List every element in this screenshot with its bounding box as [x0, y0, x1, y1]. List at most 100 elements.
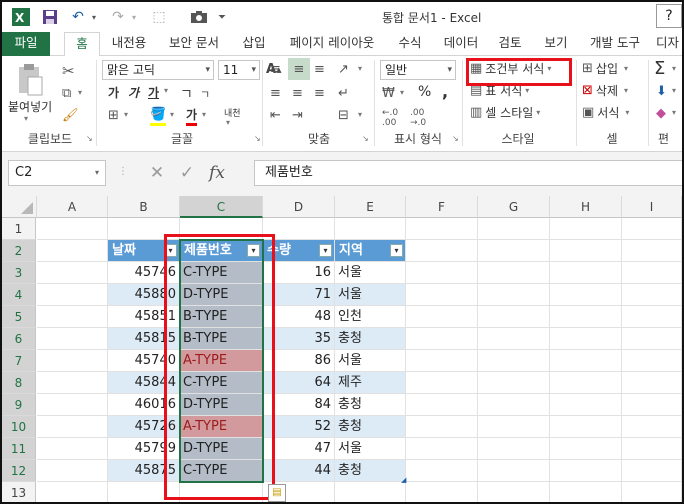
tab-security-document[interactable]: 보안 문서 — [162, 32, 226, 56]
row-header-1[interactable]: 1 — [2, 218, 36, 240]
cell[interactable] — [37, 350, 108, 372]
cell[interactable] — [406, 394, 478, 416]
cell[interactable] — [478, 262, 550, 284]
orientation-icon[interactable]: ↗ — [338, 62, 349, 77]
fill-color-icon[interactable]: 🪣 — [150, 106, 167, 126]
tab-home[interactable]: 홈 — [64, 32, 100, 57]
column-header-g[interactable]: G — [478, 196, 550, 218]
align-middle-icon[interactable]: ≡ — [288, 58, 310, 80]
cell[interactable] — [406, 438, 478, 460]
undo-icon[interactable]: ↶ — [68, 6, 88, 28]
accounting-dropdown-icon[interactable]: ▾ — [400, 88, 404, 97]
cell[interactable] — [406, 350, 478, 372]
cell[interactable] — [406, 482, 478, 502]
cell[interactable] — [37, 306, 108, 328]
row-header-8[interactable]: 8 — [2, 372, 36, 394]
cell[interactable] — [478, 416, 550, 438]
cell[interactable] — [478, 372, 550, 394]
table-header-cell[interactable]: 지역 ▾ — [335, 240, 406, 262]
cell[interactable] — [550, 262, 622, 284]
comma-button[interactable]: , — [442, 82, 448, 101]
region-cell[interactable]: 서울 — [335, 350, 406, 372]
decrease-indent-icon[interactable]: ⇤ — [270, 108, 281, 123]
copy-icon[interactable]: ⧉ — [62, 86, 71, 101]
cell[interactable] — [406, 240, 478, 262]
cell[interactable] — [550, 218, 622, 240]
cell[interactable] — [335, 482, 406, 502]
cell[interactable] — [478, 284, 550, 306]
font-size-select[interactable]: 11 ▾ — [218, 60, 260, 80]
cell[interactable] — [622, 460, 682, 482]
column-header-b[interactable]: B — [108, 196, 180, 218]
cut-icon[interactable]: ✂ — [62, 62, 75, 80]
quick-analysis-icon[interactable]: ▤ — [268, 484, 286, 502]
orientation-dropdown-icon[interactable]: ▾ — [358, 64, 362, 73]
region-cell[interactable]: 서울 — [335, 284, 406, 306]
underline-dropdown-icon[interactable]: ▾ — [164, 86, 168, 95]
column-header-f[interactable]: F — [406, 196, 478, 218]
cell[interactable] — [37, 372, 108, 394]
clear-dropdown-icon[interactable]: ▾ — [672, 108, 676, 117]
fill-down-icon[interactable]: ⬇ — [656, 84, 667, 99]
insert-function-icon[interactable]: fx — [202, 163, 232, 183]
cell[interactable] — [37, 328, 108, 350]
region-cell[interactable]: 충청 — [335, 328, 406, 350]
select-all-corner[interactable] — [2, 196, 37, 218]
number-format-select[interactable]: 일반 ▾ — [380, 60, 456, 80]
cell[interactable] — [406, 460, 478, 482]
enter-icon[interactable]: ✓ — [172, 163, 202, 183]
selection-icon[interactable]: ⬚ — [148, 6, 170, 28]
cell[interactable] — [550, 284, 622, 306]
tab-data[interactable]: 데이터 — [438, 32, 484, 56]
cell[interactable] — [406, 218, 478, 240]
accounting-icon[interactable]: ₩ — [382, 86, 395, 101]
font-color-button[interactable]: 가 — [186, 106, 198, 126]
row-header-2[interactable]: 2 — [2, 240, 36, 262]
cell[interactable] — [406, 372, 478, 394]
fill-dropdown-icon[interactable]: ▾ — [672, 86, 676, 95]
cell[interactable] — [550, 460, 622, 482]
column-header-a[interactable]: A — [37, 196, 108, 218]
cell[interactable] — [622, 218, 682, 240]
cell[interactable] — [550, 416, 622, 438]
delete-cells-button[interactable]: ⊠ 삭제 ▾ — [582, 82, 628, 99]
cell[interactable] — [550, 482, 622, 502]
cell[interactable] — [622, 438, 682, 460]
cell[interactable] — [550, 438, 622, 460]
italic-button[interactable]: 가 — [128, 84, 139, 101]
name-box[interactable]: C2 ▾ — [8, 160, 106, 186]
underline-button[interactable]: 가 — [148, 84, 159, 101]
customize-toolbar-icon[interactable]: ⏷ — [216, 6, 228, 28]
column-header-e[interactable]: E — [335, 196, 406, 218]
cell[interactable] — [478, 306, 550, 328]
cell[interactable] — [37, 438, 108, 460]
camera-icon[interactable] — [188, 6, 210, 28]
region-cell[interactable]: 제주 — [335, 372, 406, 394]
table-resize-handle-icon[interactable]: ◢ — [401, 476, 406, 484]
cell[interactable] — [37, 218, 108, 240]
column-header-h[interactable]: H — [550, 196, 622, 218]
cell[interactable] — [406, 262, 478, 284]
region-cell[interactable]: 충청 — [335, 460, 406, 482]
region-cell[interactable]: 충청 — [335, 394, 406, 416]
fill-color-dropdown-icon[interactable]: ▾ — [170, 110, 174, 119]
grow-text-icon[interactable]: ㄱ — [180, 84, 193, 104]
cell[interactable] — [478, 394, 550, 416]
align-center-icon[interactable]: ≡ — [292, 86, 303, 101]
wrap-text-icon[interactable]: ↵ — [338, 86, 349, 101]
cell[interactable] — [550, 372, 622, 394]
cell[interactable] — [550, 350, 622, 372]
font-name-select[interactable]: 맑은 고딕 ▾ — [102, 60, 214, 80]
merge-center-icon[interactable]: ⊟ — [338, 108, 349, 123]
tab-developer[interactable]: 개발 도구 — [584, 32, 646, 56]
decrease-decimal-icon[interactable]: .00 →.0 — [410, 108, 426, 128]
tab-page-layout[interactable]: 페이지 레이아웃 — [282, 32, 382, 56]
sum-dropdown-icon[interactable]: ▾ — [672, 64, 676, 73]
save-icon[interactable] — [40, 6, 60, 28]
column-header-c[interactable]: C — [180, 196, 263, 218]
column-header-d[interactable]: D — [263, 196, 335, 218]
cell[interactable] — [37, 394, 108, 416]
cell[interactable] — [37, 460, 108, 482]
cell[interactable] — [478, 438, 550, 460]
cell[interactable] — [622, 416, 682, 438]
